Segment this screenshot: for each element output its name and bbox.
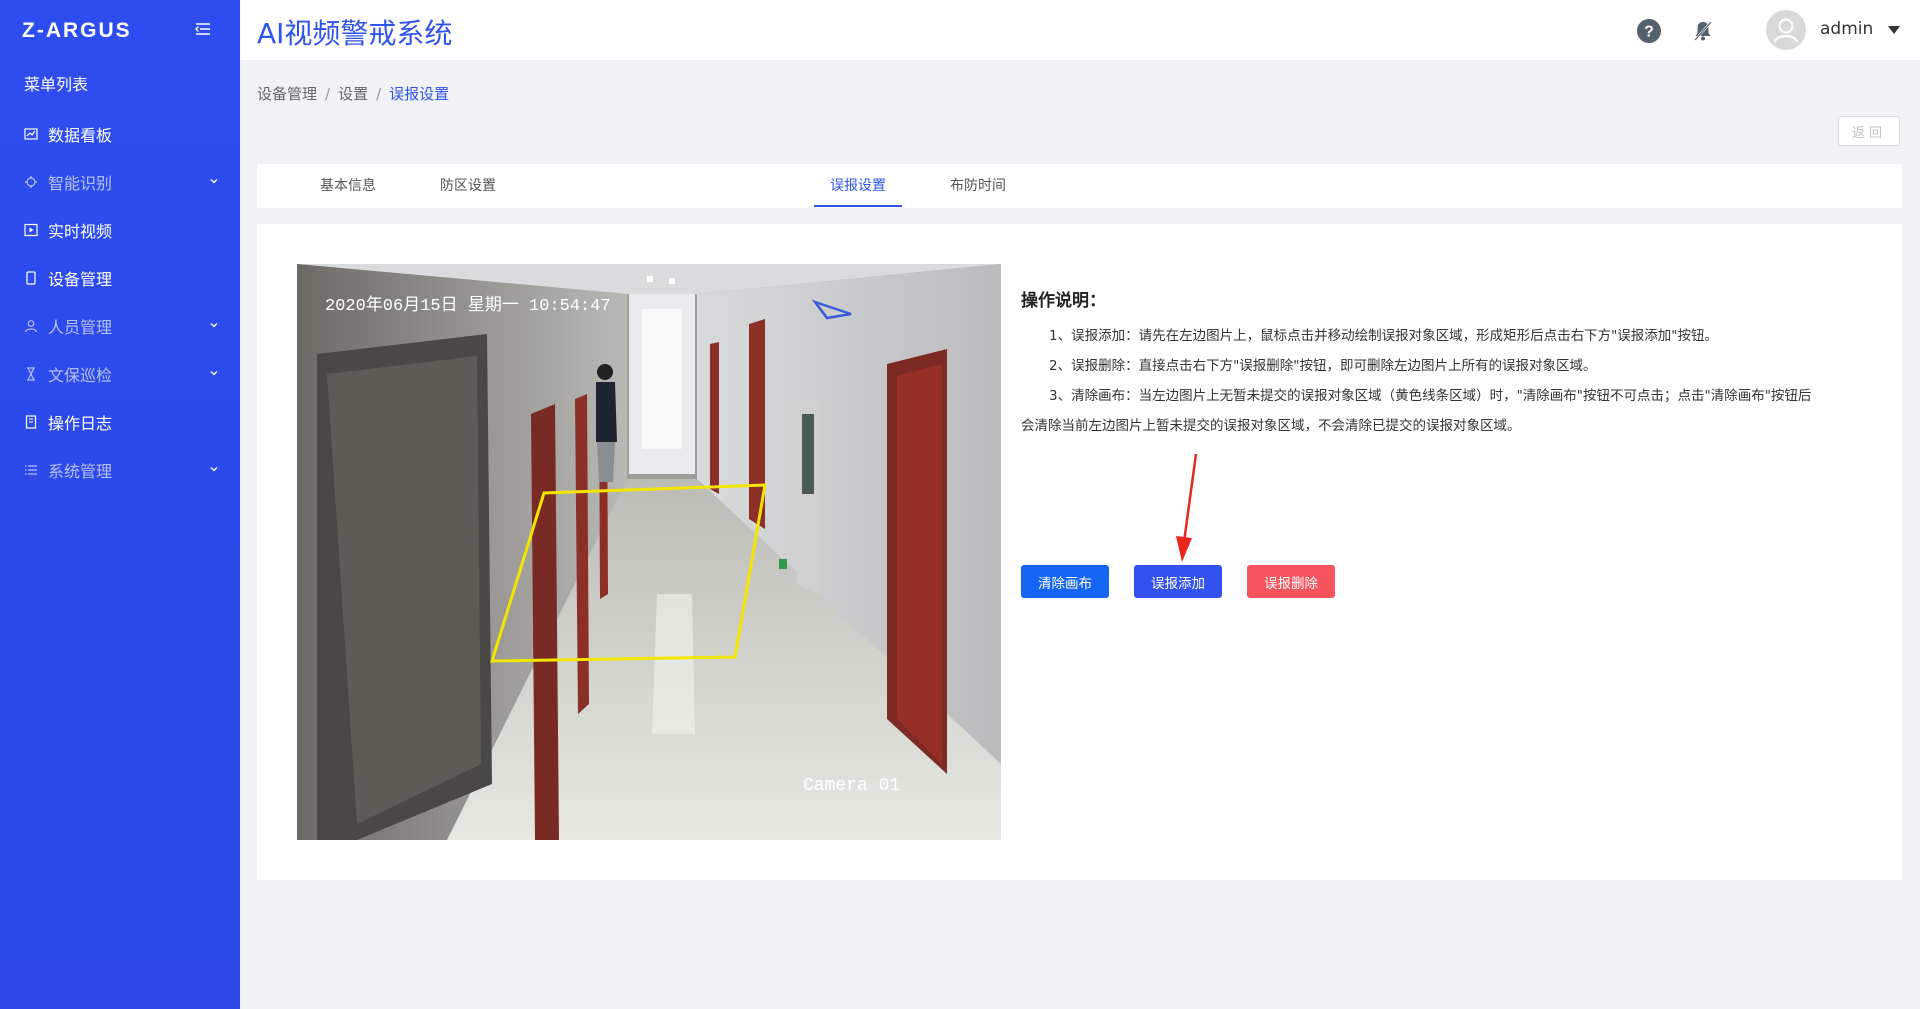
- instructions-title: 操作说明：: [1021, 291, 1106, 311]
- annotation-arrow-icon: [1176, 453, 1198, 562]
- camera-timestamp: 2020年06月15日 星期一 10:54:47: [325, 295, 611, 316]
- tab-arming-time[interactable]: 布防时间: [934, 164, 1022, 208]
- sidebar-item-operation-log[interactable]: 操作日志: [0, 398, 240, 446]
- sidebar-item-label: 操作日志: [48, 414, 113, 433]
- breadcrumb-level2[interactable]: 设置: [338, 85, 368, 103]
- chevron-down-icon: [210, 323, 218, 328]
- sidebar-item-smart-recognition[interactable]: 智能识别: [0, 158, 240, 206]
- breadcrumb-level1[interactable]: 设备管理: [257, 85, 317, 103]
- tab-false-alarm-settings[interactable]: 误报设置: [814, 164, 902, 208]
- patrol-icon: [24, 367, 38, 381]
- instruction-line: 1、误报添加：请先在左边图片上，鼠标点击并移动绘制误报对象区域，形成矩形后点击右…: [1049, 328, 1719, 344]
- tab-basic-info[interactable]: 基本信息: [304, 164, 392, 208]
- instruction-line: 会清除当前左边图片上暂未提交的误报对象区域，不会清除已提交的误报对象区域。: [1021, 418, 1521, 434]
- chevron-down-icon: [210, 371, 218, 376]
- add-false-alarm-button[interactable]: 误报添加: [1134, 565, 1222, 598]
- sidebar-item-label: 设备管理: [48, 270, 113, 289]
- chevron-down-icon: [210, 467, 218, 472]
- sidebar-item-label: 数据看板: [48, 126, 113, 145]
- delete-false-alarm-button[interactable]: 误报删除: [1247, 565, 1335, 598]
- top-header: AI视频警戒系统 ? admin: [240, 0, 1920, 60]
- sidebar-item-label: 文保巡检: [48, 366, 113, 385]
- sidebar-item-label: 人员管理: [48, 318, 113, 337]
- sidebar-item-patrol[interactable]: 文保巡检: [0, 350, 240, 398]
- chart-icon: [24, 127, 38, 141]
- logo-text: Z-ARGUS: [22, 19, 132, 42]
- logo: Z-ARGUS: [22, 16, 132, 46]
- user-icon: [24, 319, 38, 333]
- avatar[interactable]: [1766, 10, 1806, 50]
- video-play-icon: [24, 223, 38, 237]
- device-icon: [24, 271, 38, 285]
- bell-muted-icon[interactable]: [1691, 19, 1715, 43]
- instruction-line: 3、清除画布：当左边图片上无暂未提交的误报对象区域（黄色线条区域）时，"清除画布…: [1049, 388, 1812, 404]
- tabs-bar: 基本信息 防区设置 误报设置 布防时间: [257, 164, 1902, 208]
- help-icon[interactable]: ?: [1636, 18, 1662, 44]
- back-button[interactable]: 返回: [1838, 116, 1900, 146]
- user-avatar-icon: [1774, 18, 1798, 43]
- svg-text:?: ?: [1644, 24, 1654, 41]
- tab-active-indicator: [814, 205, 902, 207]
- tab-zone-settings[interactable]: 防区设置: [424, 164, 512, 208]
- chevron-down-icon: [210, 179, 218, 184]
- sidebar-item-label: 系统管理: [48, 462, 113, 481]
- sidebar-item-label: 智能识别: [48, 174, 113, 193]
- breadcrumb-separator: /: [376, 85, 382, 103]
- log-icon: [24, 415, 38, 429]
- breadcrumb-current: 误报设置: [389, 85, 450, 103]
- menu-collapse-icon[interactable]: [194, 20, 212, 38]
- smart-recognition-icon: [24, 175, 38, 189]
- sidebar-item-dashboard[interactable]: 数据看板: [0, 110, 240, 158]
- sidebar-menu: 数据看板 智能识别 实时视频 设备管理 人员管理 文保巡检 操作日志 系统管理: [0, 110, 240, 494]
- sidebar-item-personnel[interactable]: 人员管理: [0, 302, 240, 350]
- menu-title: 菜单列表: [24, 75, 89, 94]
- username[interactable]: admin: [1820, 19, 1873, 39]
- clear-canvas-button[interactable]: 清除画布: [1021, 565, 1109, 598]
- sidebar-item-live-video[interactable]: 实时视频: [0, 206, 240, 254]
- sidebar-item-system-management[interactable]: 系统管理: [0, 446, 240, 494]
- sidebar-item-label: 实时视频: [48, 222, 113, 241]
- instruction-line: 2、误报删除：直接点击右下方"误报删除"按钮，即可删除左边图片上所有的误报对象区…: [1049, 358, 1597, 374]
- app-title: AI视频警戒系统: [257, 17, 453, 50]
- instructions-panel: 操作说明： 1、误报添加：请先在左边图片上，鼠标点击并移动绘制误报对象区域，形成…: [1021, 286, 1851, 441]
- sidebar-item-device-management[interactable]: 设备管理: [0, 254, 240, 302]
- breadcrumb-separator: /: [325, 85, 331, 103]
- breadcrumb: 设备管理 / 设置 / 误报设置: [257, 83, 449, 104]
- camera-label: Camera 01: [803, 776, 900, 796]
- list-icon: [24, 463, 38, 477]
- camera-snapshot-canvas[interactable]: 2020年06月15日 星期一 10:54:47 Camera 01: [297, 264, 1001, 840]
- sidebar: Z-ARGUS 菜单列表 数据看板 智能识别 实时视频 设备管理 人员管理 文保…: [0, 0, 240, 1009]
- caret-down-icon[interactable]: [1888, 25, 1900, 35]
